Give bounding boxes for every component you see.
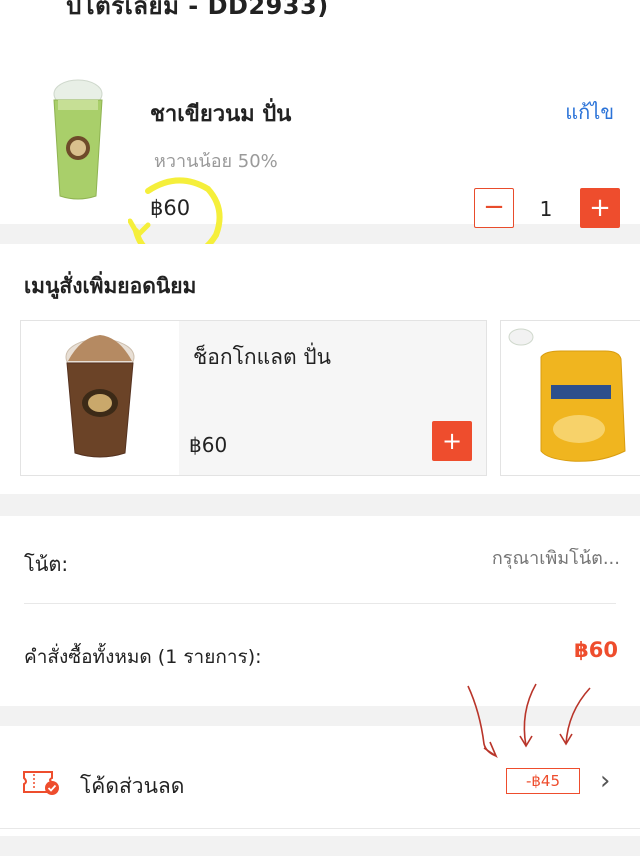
divider xyxy=(24,603,616,604)
note-input[interactable] xyxy=(320,548,620,569)
chevron-right-icon: › xyxy=(600,766,611,796)
note-and-total-section: โน้ต: คำสั่งซื้อทั้งหมด (1 รายการ): ฿60 xyxy=(0,516,640,706)
banana-chips-image xyxy=(501,321,640,475)
note-label: โน้ต: xyxy=(24,552,69,576)
cart-item-name: ชาเขียวนม ปั่น xyxy=(150,102,292,127)
recommended-section: เมนูสั่งเพิ่มยอดนิยม ช็อกโกแลต ปั่น ฿60 … xyxy=(0,244,640,494)
add-recommended-item-button[interactable]: + xyxy=(432,421,472,461)
recommended-item-card[interactable] xyxy=(500,320,640,476)
increase-quantity-button[interactable]: + xyxy=(580,188,620,228)
recommended-item-info: ช็อกโกแลต ปั่น ฿60 + xyxy=(179,321,486,475)
edit-item-link[interactable]: แก้ไข xyxy=(565,96,614,128)
quantity-value: 1 xyxy=(539,197,553,221)
bottom-divider xyxy=(0,828,640,829)
store-header: ปิโตรเลียม - DD2933) xyxy=(0,0,640,26)
voucher-ticket-icon xyxy=(23,771,59,795)
order-total-value: ฿60 xyxy=(574,638,618,662)
recommended-title: เมนูสั่งเพิ่มยอดนิยม xyxy=(24,274,197,298)
recommended-item-name: ช็อกโกแลต ปั่น xyxy=(193,345,331,369)
voucher-row[interactable]: โค้ดส่วนลด -฿45 › xyxy=(0,726,640,836)
cart-item-card: ชาเขียวนม ปั่น แก้ไข หวานน้อย 50% ฿60 − … xyxy=(0,26,640,263)
green-tea-smoothie-image xyxy=(53,79,103,200)
voucher-label: โค้ดส่วนลด xyxy=(80,774,185,798)
decrease-quantity-button[interactable]: − xyxy=(474,188,514,228)
order-total-label: คำสั่งซื้อทั้งหมด (1 รายการ): xyxy=(24,646,262,668)
cart-item-price: ฿60 xyxy=(150,196,191,220)
recommended-item-card[interactable]: ช็อกโกแลต ปั่น ฿60 + xyxy=(20,320,487,476)
store-title: ปิโตรเลียม - DD2933) xyxy=(66,0,329,20)
voucher-discount-badge: -฿45 xyxy=(506,768,580,794)
recommended-item-price: ฿60 xyxy=(189,433,228,457)
chocolate-smoothie-image xyxy=(21,321,179,475)
